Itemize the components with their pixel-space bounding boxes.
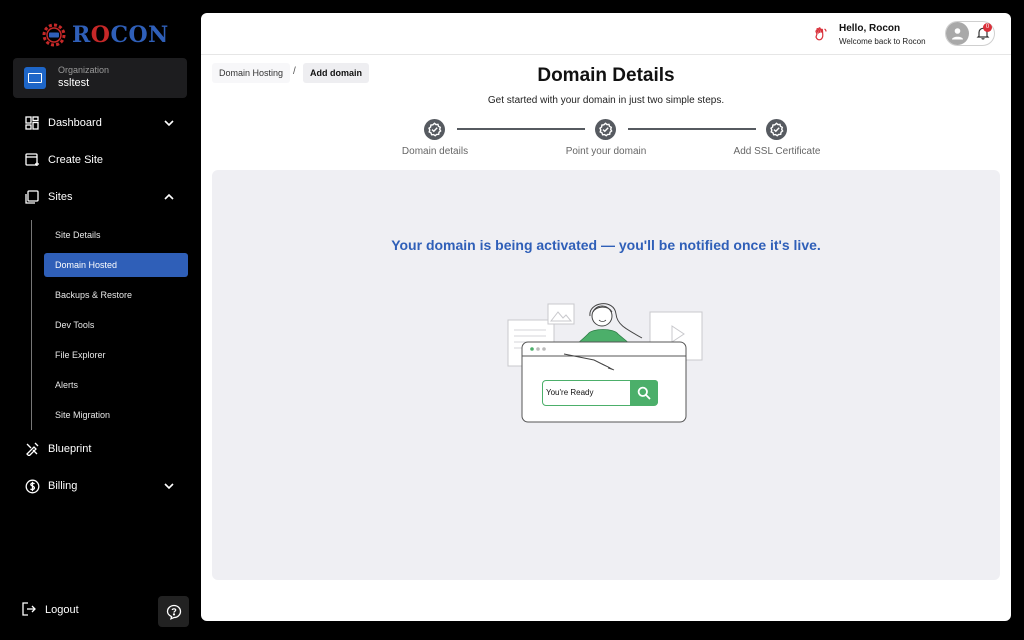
step-label-point-your-domain: Point your domain xyxy=(565,146,647,157)
activation-message: Your domain is being activated — you'll … xyxy=(391,237,821,253)
organization-label: Organization xyxy=(58,65,110,75)
help-button[interactable] xyxy=(158,596,189,627)
logo-wordmark: ROCON xyxy=(72,22,169,48)
sidebar-item-label: Sites xyxy=(48,191,73,203)
sidebar-item-label: Blueprint xyxy=(48,443,92,455)
ready-search-field[interactable]: You're Ready xyxy=(542,380,658,406)
chevron-down-icon xyxy=(164,483,174,490)
blueprint-icon xyxy=(24,441,40,457)
step-3-check-icon xyxy=(766,119,787,140)
step-label-add-ssl: Add SSL Certificate xyxy=(733,146,821,157)
rocon-logo[interactable]: ROCON xyxy=(40,20,169,50)
sidebar-subitem-file-explorer[interactable]: File Explorer xyxy=(44,343,188,367)
sidebar: ROCON Organization ssltest Dashboard Cre… xyxy=(0,0,200,640)
sites-icon xyxy=(24,189,40,205)
chevron-up-icon xyxy=(164,193,174,200)
step-connector xyxy=(628,128,756,130)
organization-switcher[interactable]: Organization ssltest xyxy=(13,58,187,98)
gear-logo-icon xyxy=(42,23,66,47)
activation-panel: Your domain is being activated — you'll … xyxy=(212,170,1000,580)
waving-hand-icon xyxy=(815,27,827,41)
sidebar-item-label: Dashboard xyxy=(48,117,102,129)
main-panel: Hello, Rocon Welcome back to Rocon 0 Dom… xyxy=(201,13,1011,621)
step-connector xyxy=(457,128,585,130)
search-icon xyxy=(637,386,651,400)
page-title: Domain Details xyxy=(537,65,675,86)
dashboard-icon xyxy=(24,115,40,131)
help-icon xyxy=(166,604,181,620)
notification-badge: 0 xyxy=(983,23,992,32)
sidebar-item-label: Billing xyxy=(48,480,78,492)
create-site-icon xyxy=(24,152,40,168)
sidebar-item-label: Create Site xyxy=(48,154,104,166)
greeting-title: Hello, Rocon xyxy=(839,23,901,34)
sidebar-item-blueprint[interactable]: Blueprint xyxy=(24,438,176,460)
organization-icon xyxy=(24,67,46,89)
sidebar-subitem-domain-hosted[interactable]: Domain Hosted xyxy=(44,253,188,277)
sidebar-subitem-site-migration[interactable]: Site Migration xyxy=(44,403,188,427)
sidebar-subitem-backups-restore[interactable]: Backups & Restore xyxy=(44,283,188,307)
chevron-down-icon xyxy=(164,120,174,127)
ready-search-text: You're Ready xyxy=(546,388,594,397)
organization-name: ssltest xyxy=(58,77,90,89)
logout-icon xyxy=(22,602,38,618)
sidebar-item-sites[interactable]: Sites xyxy=(24,186,176,208)
sidebar-subitem-site-details[interactable]: Site Details xyxy=(44,223,188,247)
logout-label: Logout xyxy=(45,604,79,616)
billing-icon xyxy=(24,478,40,494)
greeting-subtitle: Welcome back to Rocon xyxy=(839,37,926,46)
search-button[interactable] xyxy=(630,380,658,405)
sidebar-item-dashboard[interactable]: Dashboard xyxy=(24,112,176,134)
page-subtitle: Get started with your domain in just two… xyxy=(487,95,725,106)
avatar[interactable] xyxy=(946,22,969,45)
step-1-check-icon xyxy=(424,119,445,140)
activation-illustration xyxy=(507,303,703,423)
user-icon xyxy=(952,28,963,40)
top-bar: Hello, Rocon Welcome back to Rocon 0 xyxy=(201,13,1011,55)
sidebar-subitem-dev-tools[interactable]: Dev Tools xyxy=(44,313,188,337)
logout-button[interactable]: Logout xyxy=(22,602,79,618)
step-label-domain-details: Domain details xyxy=(401,146,469,157)
step-2-check-icon xyxy=(595,119,616,140)
sidebar-subitem-alerts[interactable]: Alerts xyxy=(44,373,188,397)
sidebar-item-create-site[interactable]: Create Site xyxy=(24,149,176,171)
sidebar-item-billing[interactable]: Billing xyxy=(24,475,176,497)
submenu-divider xyxy=(31,220,32,430)
